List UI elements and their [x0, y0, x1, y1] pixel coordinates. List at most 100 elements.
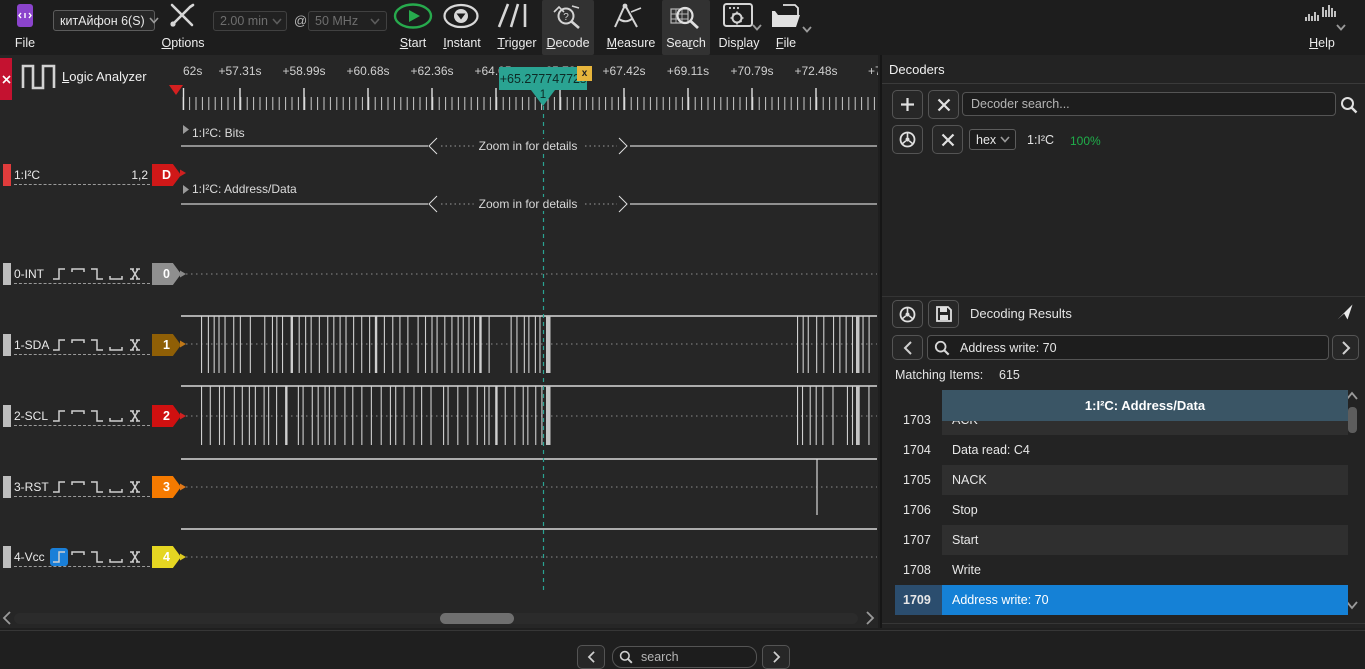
channel-flag[interactable]: D: [152, 164, 181, 186]
goto-result-icon[interactable]: [1331, 298, 1359, 326]
decode-button-label[interactable]: Decode: [545, 36, 591, 50]
channel-flag[interactable]: 0: [152, 263, 181, 285]
save-results-icon[interactable]: [928, 300, 959, 328]
channel-flag[interactable]: 4: [152, 546, 181, 568]
cursor-close-icon[interactable]: x: [577, 66, 592, 81]
instant-icon[interactable]: [442, 3, 480, 29]
decoder-row-label-addr[interactable]: 1:I²C: Address/Data: [192, 182, 297, 196]
result-row[interactable]: 1704Data read: C4: [895, 435, 1348, 465]
trigger-high-icon[interactable]: [71, 409, 85, 423]
trigger-either-edge-icon[interactable]: [128, 338, 142, 352]
trigger-falling-icon[interactable]: [90, 267, 104, 281]
result-row[interactable]: 1708Write: [895, 555, 1348, 585]
trigger-falling-icon[interactable]: [90, 338, 104, 352]
trigger-icon[interactable]: [494, 2, 532, 29]
trigger-rising-icon[interactable]: [52, 338, 66, 352]
trigger-either-edge-icon[interactable]: [128, 550, 142, 564]
scroll-right-icon[interactable]: [864, 611, 876, 625]
decoder-entry-name[interactable]: 1:I²C: [1027, 133, 1054, 147]
trigger-either-edge-icon[interactable]: [128, 267, 142, 281]
hscroll-track[interactable]: [14, 613, 858, 624]
search-icon[interactable]: [1340, 96, 1358, 114]
format-select[interactable]: hex: [969, 129, 1016, 150]
trigger-low-icon[interactable]: [109, 550, 123, 564]
channel-row-4-vcc[interactable]: 4-Vcc4: [0, 545, 180, 571]
channel-row-3-rst[interactable]: 3-RST3: [0, 475, 180, 501]
result-row[interactable]: 1709Address write: 70: [895, 585, 1348, 615]
measure-icon[interactable]: [608, 2, 646, 29]
scroll-left-icon[interactable]: [1, 611, 13, 625]
decoder-search-input[interactable]: [969, 96, 1329, 112]
help-icon[interactable]: [1303, 3, 1339, 25]
device-title[interactable]: Logic Analyzer: [62, 69, 147, 84]
expand-arrow-icon[interactable]: [182, 125, 189, 134]
results-search-input[interactable]: [958, 340, 1322, 356]
waveform-area[interactable]: 62s+57.31s+58.99s+60.68s+62.36s+64.05s+6…: [180, 55, 878, 628]
trigger-high-icon[interactable]: [71, 267, 85, 281]
channel-flag[interactable]: 3: [152, 476, 181, 498]
results-scrollbar-thumb[interactable]: [1348, 407, 1357, 433]
bottom-search-input[interactable]: [639, 649, 750, 665]
trigger-position-marker[interactable]: [169, 85, 183, 95]
add-decoder-button[interactable]: [892, 90, 923, 119]
trigger-either-edge-icon[interactable]: [128, 409, 142, 423]
trigger-low-icon[interactable]: [109, 267, 123, 281]
trigger-high-icon[interactable]: [71, 338, 85, 352]
channel-row-0-int[interactable]: 0-INT0: [0, 262, 180, 288]
trigger-falling-icon[interactable]: [90, 480, 104, 494]
trigger-high-icon[interactable]: [71, 550, 85, 564]
file-open-icon[interactable]: [770, 3, 802, 29]
trigger-high-icon[interactable]: [71, 480, 85, 494]
trigger-rising-icon[interactable]: [52, 267, 66, 281]
file-toolbar-label[interactable]: File: [772, 36, 800, 50]
channel-row-2-scl[interactable]: 2-SCL2: [0, 404, 180, 430]
trigger-low-icon[interactable]: [109, 480, 123, 494]
trigger-rising-icon[interactable]: [52, 409, 66, 423]
hscroll-thumb[interactable]: [440, 613, 514, 624]
search-button-label[interactable]: Search: [663, 36, 709, 50]
chevron-down-icon[interactable]: [802, 26, 812, 33]
trigger-low-icon[interactable]: [109, 409, 123, 423]
start-button-label[interactable]: Start: [395, 36, 431, 50]
cursor-time-flag[interactable]: +65.27774772s: [499, 67, 587, 90]
decoder-search-box[interactable]: [962, 92, 1336, 116]
decoder-row-label-bits[interactable]: 1:I²C: Bits: [192, 126, 245, 140]
instant-button-label[interactable]: Instant: [440, 36, 484, 50]
file-menu-label[interactable]: File: [8, 36, 42, 50]
trigger-either-edge-icon[interactable]: [128, 480, 142, 494]
bottom-next-button[interactable]: [762, 645, 790, 669]
start-icon[interactable]: [393, 3, 433, 29]
result-row[interactable]: 1705NACK: [895, 465, 1348, 495]
close-device-icon[interactable]: [0, 58, 12, 100]
search-icon[interactable]: [669, 3, 702, 29]
help-menu-label[interactable]: Help: [1306, 36, 1338, 50]
trigger-button-label[interactable]: Trigger: [494, 36, 540, 50]
display-button-label[interactable]: Display: [716, 36, 762, 50]
channel-row-1-sda[interactable]: 1-SDA1: [0, 333, 180, 359]
result-row[interactable]: 1707Start: [895, 525, 1348, 555]
channel-flag[interactable]: 1: [152, 334, 181, 356]
remove-decoder-button[interactable]: [932, 125, 963, 154]
results-options-icon[interactable]: [892, 300, 923, 328]
next-result-button[interactable]: [1332, 335, 1359, 360]
display-icon[interactable]: [722, 2, 756, 30]
decoder-options-icon[interactable]: [892, 125, 923, 154]
expand-arrow-icon[interactable]: [182, 185, 189, 194]
bottom-prev-button[interactable]: [577, 645, 605, 669]
waveform-hscrollbar[interactable]: [0, 608, 878, 628]
channel-flag[interactable]: 2: [152, 405, 181, 427]
chevron-down-icon[interactable]: [1336, 24, 1346, 31]
trigger-rising-icon[interactable]: [52, 480, 66, 494]
result-row[interactable]: 1706Stop: [895, 495, 1348, 525]
trigger-falling-icon[interactable]: [90, 550, 104, 564]
results-search-box[interactable]: [927, 335, 1329, 360]
file-icon[interactable]: [17, 4, 33, 27]
trigger-low-icon[interactable]: [109, 338, 123, 352]
device-select[interactable]: китАйфон 6(S): [53, 10, 155, 31]
decode-icon[interactable]: ?: [551, 3, 585, 29]
prev-result-button[interactable]: [892, 335, 923, 360]
trigger-rising-icon[interactable]: [50, 548, 68, 566]
remove-all-decoders-button[interactable]: [928, 90, 959, 119]
measure-button-label[interactable]: Measure: [606, 36, 656, 50]
trigger-falling-icon[interactable]: [90, 409, 104, 423]
